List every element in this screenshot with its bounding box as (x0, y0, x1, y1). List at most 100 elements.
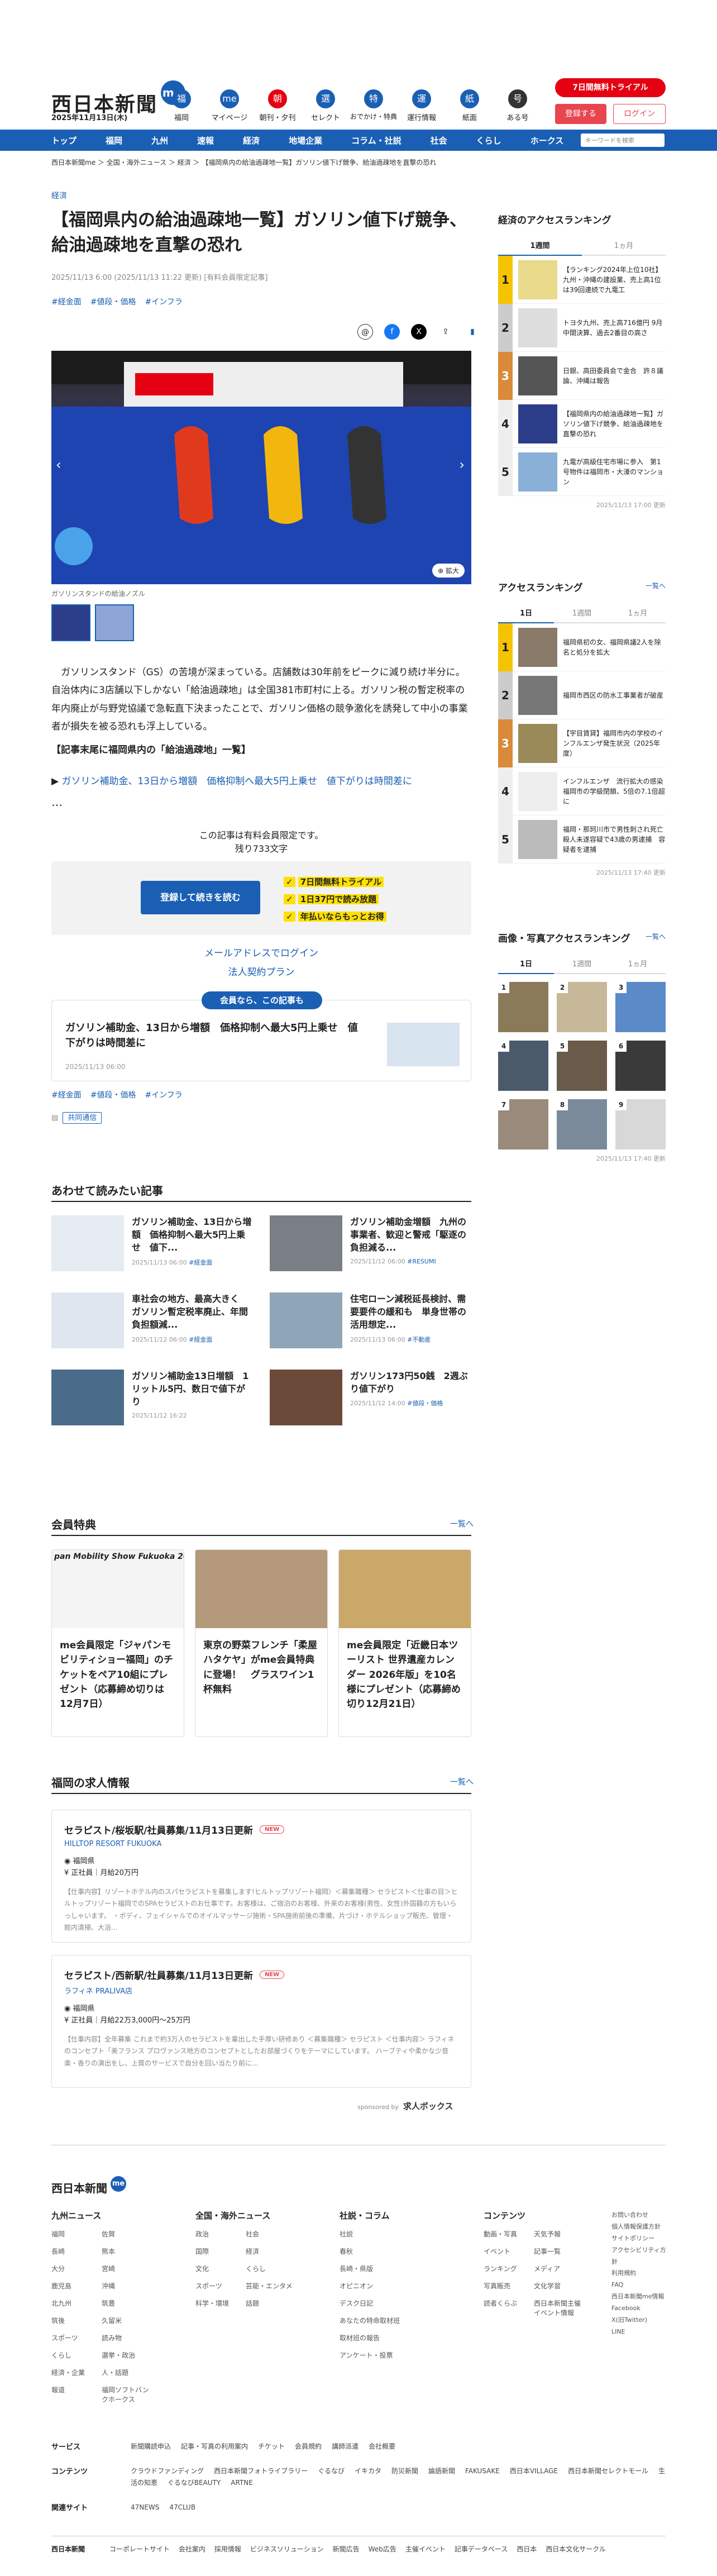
footer-side-link[interactable]: 個人情報保護方針 (611, 2221, 667, 2233)
footer-link[interactable]: 記事一覧 (534, 2246, 584, 2256)
footer-link[interactable]: 会社概要 (369, 2443, 395, 2450)
footer-link[interactable]: 沖縄 (102, 2281, 152, 2291)
footer-link[interactable]: 佐賀 (102, 2229, 152, 2239)
ranking-item[interactable]: 5 福岡・那珂川市で男性刺され死亡 殺人未遂容疑で43歳の男逮捕 容疑者を逮捕 (498, 815, 670, 864)
footer-link[interactable]: 報道 (51, 2385, 102, 2404)
footer-link[interactable]: 47NEWS (131, 2503, 159, 2511)
job-card[interactable]: セラピスト/桜坂駅/社員募集/11月13日更新 NEW HILLTOP RESOR… (51, 1810, 471, 1943)
footer-side-link[interactable]: Facebook (611, 2303, 667, 2315)
tab-month[interactable]: 1ヵ月 (582, 235, 666, 256)
benefits-more-link[interactable]: 一覧へ (450, 1518, 474, 1529)
gnav-fukuoka[interactable]: 福岡 (106, 135, 122, 146)
footer-link[interactable]: 西日本VILLAGE (510, 2467, 558, 2475)
header-nav-traffic[interactable]: 運運行情報 (398, 89, 446, 122)
thumbnail[interactable] (95, 604, 134, 641)
register-continue-button[interactable]: 登録して続きを読む (141, 881, 260, 914)
ranking-item[interactable]: 2 福岡市西区の防水工事業者が破産 (498, 671, 666, 719)
footer-link[interactable]: 講師派遣 (332, 2443, 358, 2450)
footer-link[interactable]: ビジネスソリューション (250, 2545, 324, 2553)
footer-link[interactable]: 記事データベース (455, 2545, 508, 2553)
recommend-item[interactable]: ガソリン補助金、13日から増額 価格抑制へ最大5円上乗せ 値下... 2025/1… (51, 1215, 253, 1273)
footer-link[interactable]: くらし (51, 2350, 102, 2360)
footer-column-title[interactable]: 全国・海外ニュース (195, 2210, 340, 2221)
footer-link[interactable]: スポーツ (195, 2281, 246, 2291)
keyword-tag[interactable]: 共同通信 (63, 1112, 102, 1124)
footer-link[interactable]: チケット (258, 2443, 285, 2450)
footer-link[interactable]: 記事・写真の利用案内 (181, 2443, 248, 2450)
facebook-icon[interactable]: f (384, 324, 400, 340)
footer-link[interactable]: Web広告 (369, 2545, 396, 2553)
threads-icon[interactable]: @ (357, 324, 373, 340)
footer-link[interactable]: ぐるなび (318, 2467, 345, 2475)
footer-link[interactable]: 西日本新聞フォトライブラリー (214, 2467, 308, 2475)
ranking-item[interactable]: 1 福岡県初の女、福岡県議2人を除名と処分を拡大 (498, 623, 666, 671)
footer-link[interactable]: 福岡ソフトバンクホークス (102, 2385, 152, 2404)
footer-link[interactable]: 長崎・県版 (340, 2264, 484, 2273)
footer-link[interactable]: 人・話題 (102, 2368, 152, 2377)
tab-week[interactable]: 1週間 (554, 603, 610, 623)
job-card[interactable]: セラピスト/西新駅/社員募集/11月13日更新 NEW ラフィネ PRALIVA店… (51, 1955, 471, 2088)
photo-thumbnail[interactable]: 3 (615, 982, 666, 1032)
footer-link[interactable]: イキカタ (355, 2467, 381, 2475)
footer-link[interactable]: デスク日記 (340, 2298, 484, 2308)
next-arrow-icon[interactable]: › (459, 457, 465, 473)
footer-link[interactable]: 芸能・エンタメ (246, 2281, 296, 2291)
footer-link[interactable]: FAKUSAKE (465, 2467, 500, 2475)
footer-link[interactable]: 福岡 (51, 2229, 102, 2239)
header-nav-paper[interactable]: 朝朝刊・夕刊 (254, 89, 302, 122)
gnav-kyushu[interactable]: 九州 (151, 135, 168, 146)
footer-link[interactable]: 読者くらぶ (484, 2298, 534, 2317)
footer-link[interactable]: 鹿児島 (51, 2281, 102, 2291)
member-article-card[interactable]: 会員なら、この記事も ガソリン補助金、13日から増額 価格抑制へ最大5円上乗せ … (51, 991, 471, 1081)
footer-link[interactable]: 西日本文化サークル (546, 2545, 606, 2553)
recommend-item[interactable]: ガソリン補助金増額 九州の事業者、歓迎と警戒「駆逐の負担減る... 2025/11… (270, 1215, 471, 1273)
footer-link[interactable]: 経済 (246, 2246, 296, 2256)
footer-link[interactable]: 読み物 (102, 2333, 152, 2343)
footer-link[interactable]: オピニオン (340, 2281, 484, 2291)
benefit-card[interactable]: 東京の野菜フレンチ「柔屋ハタケヤ」がme会員特典に登場！ グラスワイン1杯無料 (195, 1549, 328, 1737)
footer-link[interactable]: 防災新聞 (391, 2467, 418, 2475)
footer-link[interactable]: 取材班の報告 (340, 2333, 484, 2343)
footer-side-link[interactable]: LINE (611, 2326, 667, 2338)
footer-link[interactable]: 写真販売 (484, 2281, 534, 2291)
header-nav-outing[interactable]: 特おでかけ・特典 (350, 89, 398, 122)
ranking-more-link[interactable]: 一覧へ (646, 581, 666, 590)
gnav-breaking[interactable]: 速報 (197, 135, 214, 146)
footer-link[interactable]: コーポレートサイト (109, 2545, 170, 2553)
enlarge-button[interactable]: ⊕ 拡大 (432, 564, 465, 578)
footer-link[interactable]: 経済・企業 (51, 2368, 102, 2377)
photo-thumbnail[interactable]: 6 (615, 1041, 666, 1091)
gnav-column[interactable]: コラム・社説 (351, 135, 401, 146)
bookmark-icon[interactable]: ▮ (465, 324, 480, 340)
header-nav-print[interactable]: 紙紙面 (446, 89, 494, 122)
footer-link[interactable]: 動画・写真 (484, 2229, 534, 2239)
footer-link[interactable]: 論語新聞 (428, 2467, 455, 2475)
search-input[interactable]: キーワードを検索 (581, 133, 665, 147)
ranking-item[interactable]: 4 【福岡県内の給油過疎地一覧】ガソリン値下げ競争、給油過疎地を直撃の恐れ (498, 399, 666, 448)
x-icon[interactable]: X (411, 324, 427, 340)
footer-link[interactable]: スポーツ (51, 2333, 102, 2343)
footer-link[interactable]: あなたの特命取材班 (340, 2316, 484, 2325)
footer-link[interactable]: 新聞広告 (333, 2545, 360, 2553)
ranking-item[interactable]: 3 日銀、高田委員会で金合 許８議論、沖縄は報告 (498, 351, 666, 400)
gnav-economy[interactable]: 経済 (243, 135, 260, 146)
footer-logo[interactable]: 西日本新聞 me (51, 2176, 126, 2196)
footer-side-link[interactable]: 利用規約 (611, 2268, 667, 2279)
gnav-top[interactable]: トップ (51, 135, 77, 146)
header-nav-mypage[interactable]: me マイページ (205, 89, 254, 122)
footer-link[interactable]: 新聞購読申込 (131, 2443, 171, 2450)
footer-link[interactable]: ランキング (484, 2264, 534, 2273)
benefit-card[interactable]: me会員限定「近畿日本ツーリスト 世界遺産カレンダー 2026年版」を10名様に… (338, 1549, 471, 1737)
kyujinbox-logo[interactable]: 求人ボックス (403, 2101, 453, 2111)
gnav-hawks[interactable]: ホークス (530, 135, 564, 146)
ranking-item[interactable]: 1 【ランキング2024年上位10社】九州・沖縄の建設業、売上高1位は39回連続で… (498, 255, 666, 304)
ranking-item[interactable]: 2 トヨタ九州、売上高716億円 9月中間決算、過去2番目の高さ (498, 303, 666, 352)
footer-column-title[interactable]: コンテンツ (484, 2210, 628, 2221)
footer-link[interactable]: クラウドファンディング (131, 2467, 204, 2475)
register-button[interactable]: 登録する (555, 104, 606, 124)
login-button[interactable]: ログイン (613, 104, 666, 124)
trial-button[interactable]: 7日間無料トライアル (555, 78, 666, 97)
footer-link[interactable]: 熊本 (102, 2246, 152, 2256)
recommend-item[interactable]: 車社会の地方、最高大きく ガソリン暫定税率廃止、年間負担額減... 2025/11… (51, 1292, 253, 1351)
footer-link[interactable]: メディア (534, 2264, 584, 2273)
